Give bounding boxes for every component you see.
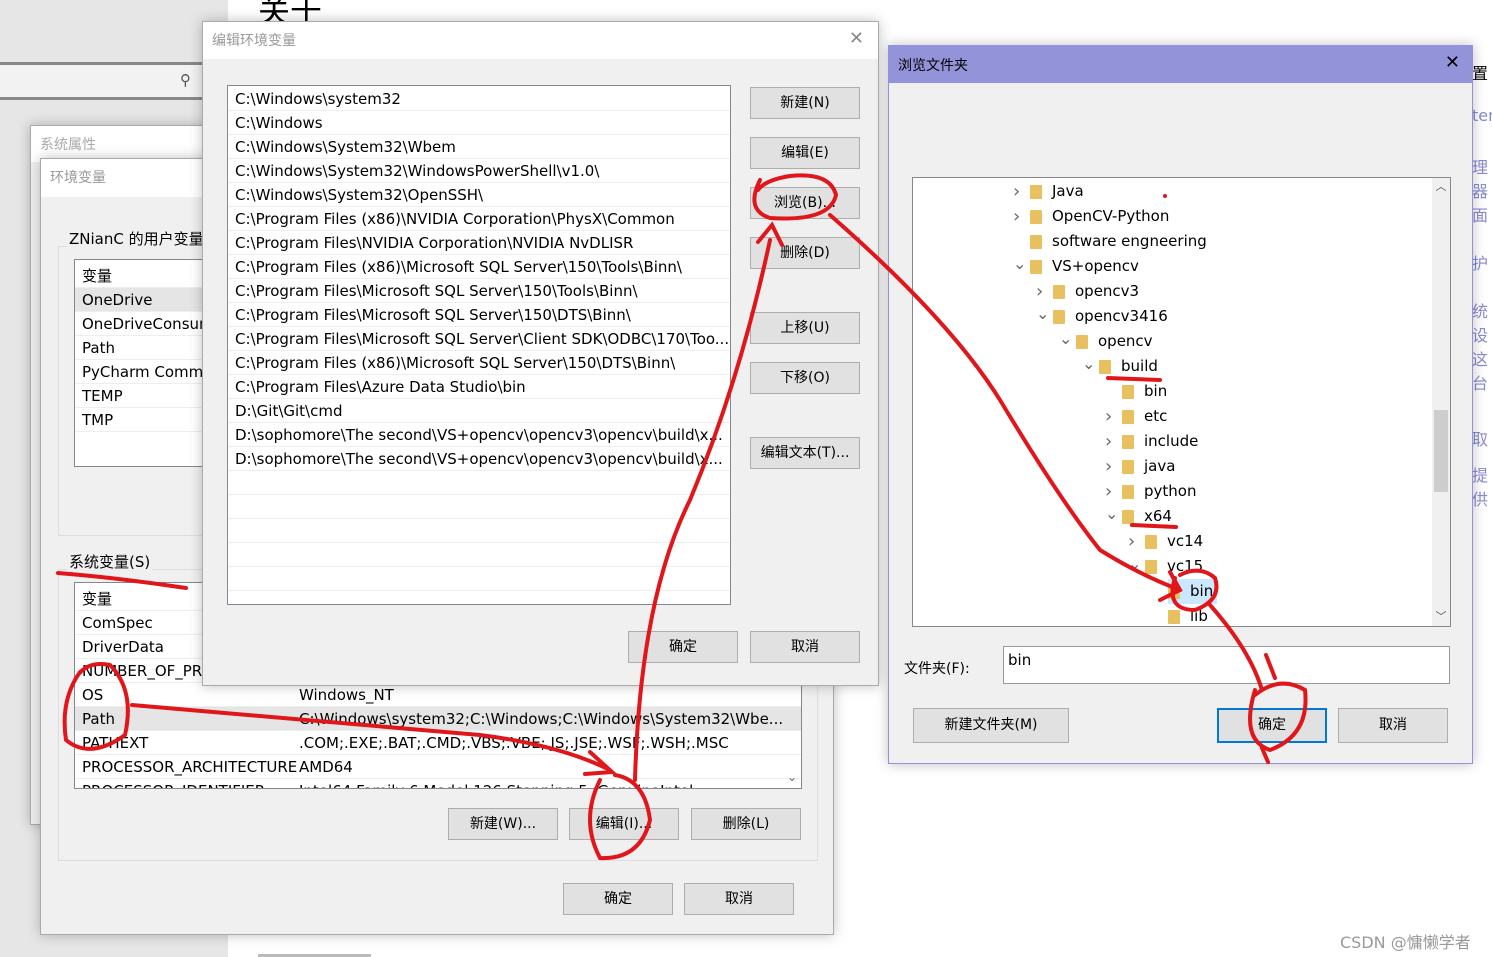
circle-ok-button: [1248, 681, 1308, 764]
circle-edit-button: [588, 773, 653, 861]
underline-x64: [1130, 523, 1178, 529]
circle-browse-button: [752, 173, 839, 221]
red-annotations: [56, 173, 1308, 861]
arrow-path-to-edit: [130, 703, 617, 776]
red-dot: [1163, 194, 1167, 198]
arrow-edit-to-browse: [633, 221, 784, 782]
arrow-bin-to-ok: [1208, 603, 1277, 692]
arrow-browse-to-bin: [828, 213, 1183, 602]
underline-system-vars: [56, 571, 188, 590]
underline-build: [1106, 376, 1162, 382]
circle-path: [62, 662, 130, 751]
